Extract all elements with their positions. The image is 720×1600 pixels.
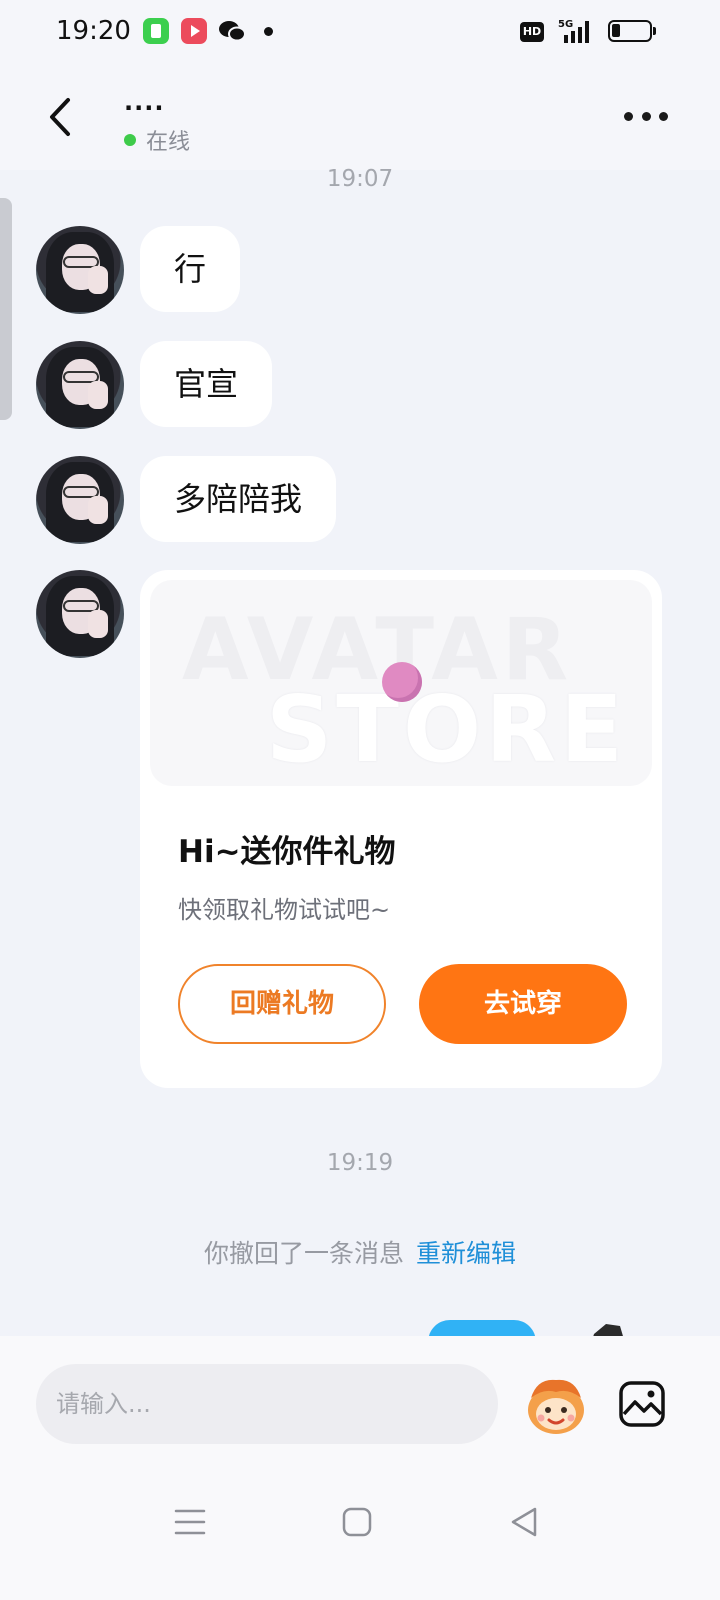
emoji-button[interactable] [523, 1372, 589, 1438]
message-bubble[interactable]: 行 [140, 226, 241, 312]
more-icon [624, 111, 633, 121]
gift-subtitle: 快领取礼物试试吧~ [178, 896, 391, 924]
recall-text: 你撤回了一条消息 [203, 1239, 404, 1268]
message-input[interactable] [36, 1364, 498, 1444]
contact-avatar[interactable] [36, 226, 124, 314]
online-dot [124, 134, 136, 146]
signal-icon: 5G [552, 17, 596, 45]
video-app-icon [181, 18, 207, 44]
battery-icon [608, 20, 656, 42]
back-icon [50, 98, 70, 136]
contact-avatar[interactable] [36, 456, 124, 544]
notification-dot [264, 27, 273, 36]
reedit-link[interactable]: 重新编辑 [416, 1239, 516, 1268]
network-type: 5G [558, 19, 573, 30]
timestamp: 19:07 [326, 166, 394, 192]
status-bar: 19:20 HD 5G [0, 0, 720, 68]
message-bubble[interactable]: 官宣 [140, 341, 273, 427]
watermark-text: STORE [266, 676, 627, 783]
scroll-handle[interactable] [0, 198, 12, 420]
gift-preview-image[interactable]: AVATAR STORE [150, 580, 652, 786]
input-bar [0, 1336, 720, 1466]
system-nav-bar [0, 1466, 720, 1600]
try-on-button[interactable]: 去试穿 [419, 964, 627, 1044]
gift-title: Hi~送你件礼物 [178, 834, 396, 870]
gift-card[interactable]: AVATAR STORE Hi~送你件礼物 快领取礼物试试吧~ 回赠礼物 去试穿 [140, 570, 662, 1088]
image-icon [619, 1381, 665, 1427]
nav-back-icon [511, 1507, 537, 1537]
image-button[interactable] [618, 1380, 666, 1428]
wechat-icon [218, 18, 246, 44]
menu-icon [174, 1509, 206, 1535]
app-notification-icon [143, 18, 169, 44]
loading-indicator [382, 662, 422, 702]
recent-apps-button[interactable] [170, 1502, 210, 1542]
recall-notice: 你撤回了一条消息 重新编辑 [0, 1234, 720, 1270]
back-button[interactable] [40, 92, 84, 142]
contact-avatar[interactable] [36, 341, 124, 429]
message-bubble[interactable]: 多陪陪我 [140, 456, 337, 542]
home-icon [342, 1507, 372, 1537]
presence-label: 在线 [146, 130, 191, 155]
presence-status: 在线 [124, 124, 190, 156]
chat-header: .... 在线 [0, 68, 720, 170]
status-time: 19:20 [56, 16, 131, 46]
timestamp: 19:19 [326, 1150, 394, 1176]
hd-badge: HD [520, 22, 544, 42]
more-button[interactable] [624, 104, 668, 128]
system-back-button[interactable] [505, 1502, 545, 1542]
home-button[interactable] [337, 1502, 377, 1542]
contact-avatar[interactable] [36, 570, 124, 658]
contact-name: .... [124, 88, 165, 116]
return-gift-button[interactable]: 回赠礼物 [178, 964, 386, 1044]
emoji-icon [528, 1379, 584, 1434]
